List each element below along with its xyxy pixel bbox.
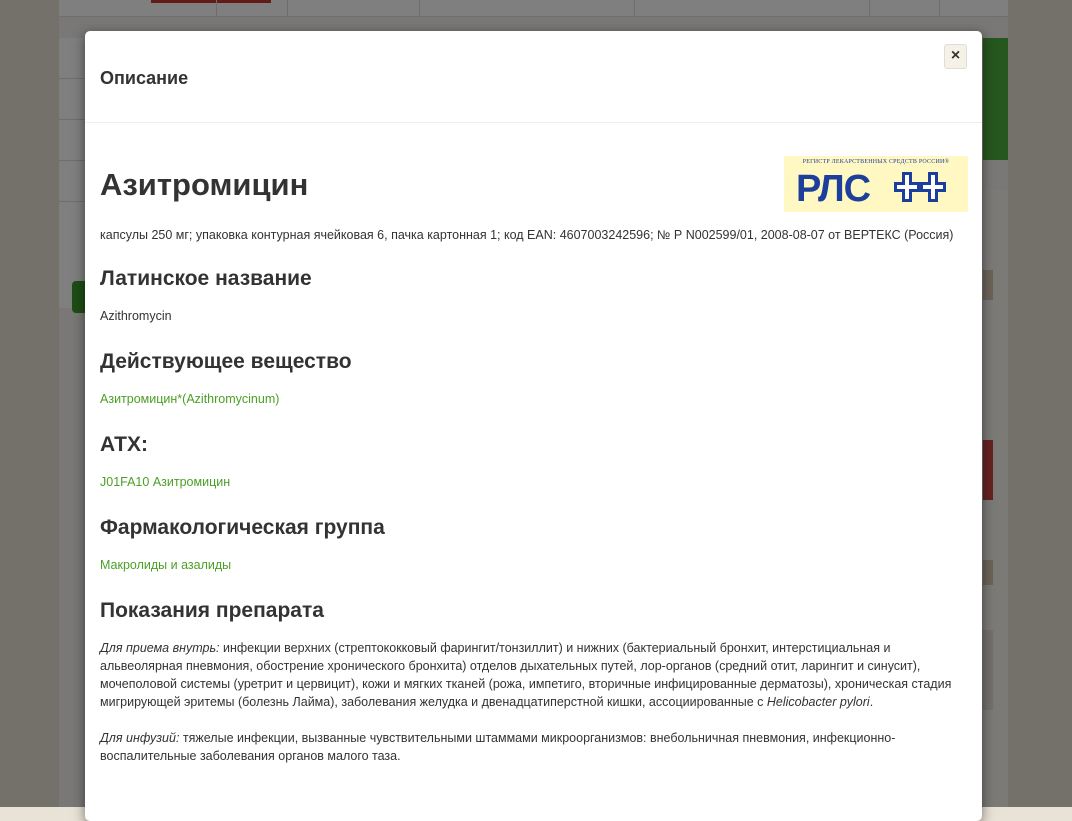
indications-oral-paragraph: Для приема внутрь: инфекции верхних (стр… (100, 641, 952, 709)
modal-title: Описание (100, 68, 189, 88)
close-button[interactable]: × (944, 44, 967, 69)
indications-infusion-paragraph: Для инфузий: тяжелые инфекции, вызванные… (100, 729, 966, 765)
rls-logo: РЕГИСТР ЛЕКАРСТВЕННЫХ СРЕДСТВ РОССИИ® РЛ… (784, 156, 968, 212)
atc-link[interactable]: J01FA10 Азитромицин (100, 473, 967, 491)
modal-header: Описание × (85, 31, 982, 123)
modal-body: РЕГИСТР ЛЕКАРСТВЕННЫХ СРЕДСТВ РОССИИ® РЛ… (85, 123, 982, 765)
rls-logo-text: РЛС (796, 168, 871, 210)
atc-heading: АТХ: (100, 433, 148, 456)
rls-logo-caption: РЕГИСТР ЛЕКАРСТВЕННЫХ СРЕДСТВ РОССИИ® (802, 159, 950, 165)
indications-heading: Показания препарата (100, 599, 324, 622)
description-modal: Описание × РЕГИСТР ЛЕКАРСТВЕННЫХ СРЕДСТВ… (85, 31, 982, 821)
drug-form-description: капсулы 250 мг; упаковка контурная ячейк… (100, 228, 954, 242)
latin-name-heading: Латинское название (100, 267, 312, 290)
active-substance-heading: Действующее вещество (100, 350, 352, 373)
pharm-group-heading: Фармакологическая группа (100, 516, 385, 539)
active-substance-link[interactable]: Азитромицин*(Azithromycinum) (100, 390, 967, 408)
indications-oral-label: Для приема внутрь: (100, 641, 220, 655)
indications-infusion-text: тяжелые инфекции, вызванные чувствительн… (100, 731, 896, 763)
indications-oral-italic: Helicobacter pylori (766, 695, 870, 709)
latin-name-value: Azithromycin (100, 309, 172, 323)
rls-logo-crosses-icon (894, 172, 946, 202)
pharm-group-link[interactable]: Макролиды и азалиды (100, 556, 967, 574)
indications-infusion-label: Для инфузий: (100, 731, 180, 745)
